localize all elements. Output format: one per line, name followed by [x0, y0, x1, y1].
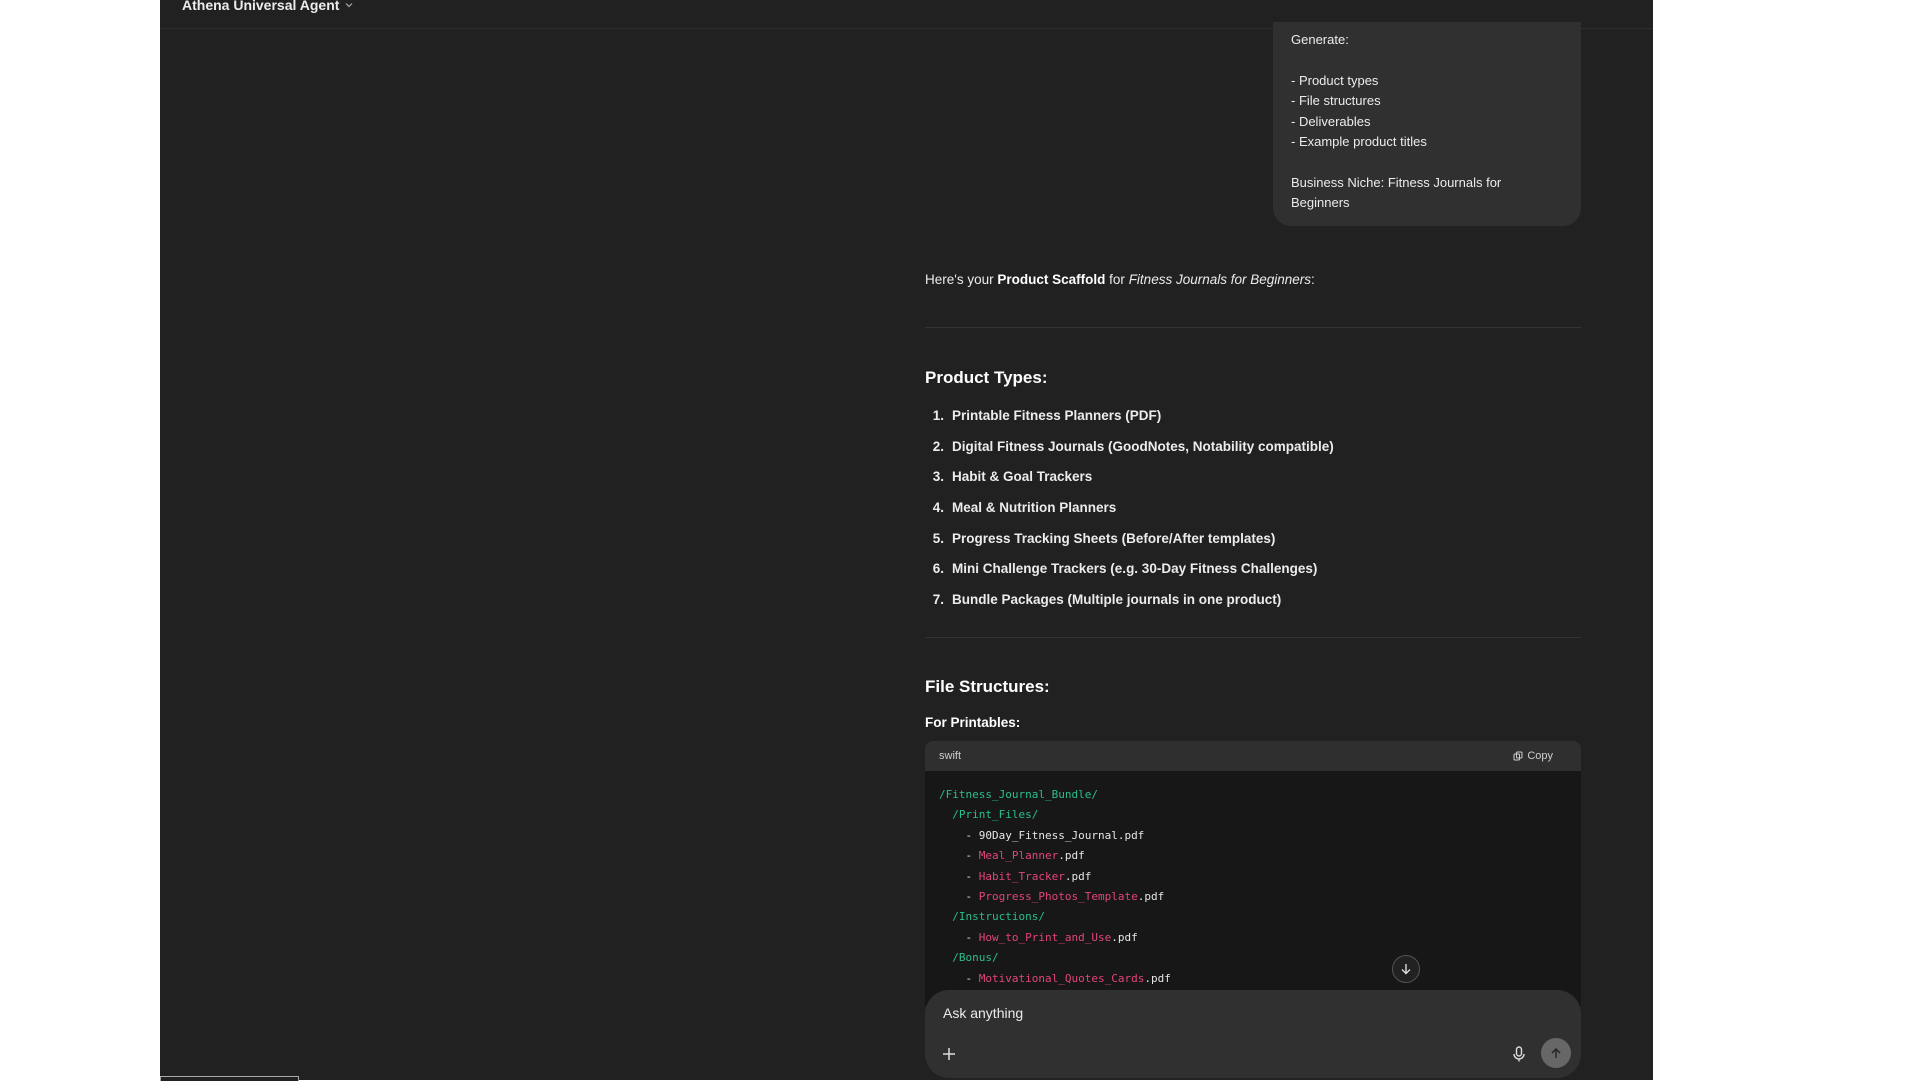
- code-line: - Habit_Tracker.pdf: [939, 867, 1567, 887]
- code-token: /Bonus/: [952, 951, 999, 965]
- code-block: swift Copy /Fitness_Journal_Bundle/ /Pri…: [925, 741, 1581, 1006]
- code-token: .pdf: [1144, 971, 1171, 985]
- list-text: Printable Fitness Planners (PDF): [952, 407, 1162, 423]
- code-line: /Instructions/: [939, 907, 1567, 927]
- message-composer: [925, 990, 1581, 1078]
- user-message-line: Generate:: [1291, 32, 1349, 47]
- model-selector-button[interactable]: Athena Universal Agent: [182, 0, 354, 13]
- list-number: 5.: [932, 530, 944, 546]
- user-message-line: - Example product titles: [1291, 134, 1427, 149]
- intro-italic-text: Fitness Journals for Beginners: [1128, 272, 1312, 287]
- file-structures-heading: File Structures:: [925, 677, 1050, 696]
- code-token: /Print_Files/: [952, 808, 1039, 822]
- code-token: .pdf: [1058, 849, 1085, 863]
- copy-label: Copy: [1527, 750, 1553, 762]
- user-message-line: - File structures: [1291, 93, 1381, 108]
- list-item: 7. Bundle Packages (Multiple journals in …: [925, 584, 1334, 615]
- list-item: 1. Printable Fitness Planners (PDF): [925, 400, 1334, 431]
- code-token: /Instructions/: [952, 910, 1045, 924]
- code-token: Motivational_Quotes_Cards: [978, 971, 1145, 985]
- code-line: - Motivational_Quotes_Cards.pdf: [939, 969, 1567, 989]
- assistant-intro: Here's your Product Scaffold for Fitness…: [925, 272, 1315, 287]
- copy-icon: [1513, 751, 1523, 761]
- user-message-bubble: Generate: - Product types - File structu…: [1273, 22, 1581, 226]
- code-line: - Progress_Photos_Template.pdf: [939, 887, 1567, 907]
- list-text: Digital Fitness Journals (GoodNotes, Not…: [952, 438, 1334, 454]
- code-token: .pdf: [1137, 890, 1165, 904]
- arrow-down-icon: [1401, 964, 1411, 975]
- send-button[interactable]: [1541, 1038, 1571, 1068]
- code-token: Habit_Tracker: [978, 869, 1065, 883]
- code-token: Progress_Photos_Template: [978, 890, 1138, 904]
- list-item: 2. Digital Fitness Journals (GoodNotes, N…: [925, 431, 1334, 462]
- chat-app-window: Athena Universal Agent Generate: - Produ…: [160, 0, 1653, 1080]
- code-token: /Fitness_Journal_Bundle/: [939, 788, 1098, 801]
- divider: [925, 327, 1581, 328]
- code-token: Meal_Planner: [978, 849, 1059, 863]
- list-number: 3.: [932, 469, 944, 485]
- list-text: Bundle Packages (Multiple journals in on…: [952, 591, 1282, 607]
- list-number: 1.: [932, 407, 944, 423]
- list-text: Progress Tracking Sheets (Before/After t…: [952, 530, 1276, 546]
- product-types-heading: Product Types:: [925, 368, 1048, 387]
- list-item: 3. Habit & Goal Trackers: [925, 461, 1334, 492]
- code-token: How_to_Print_and_Use: [978, 930, 1112, 944]
- list-number: 4.: [932, 499, 944, 515]
- code-token: -: [965, 930, 979, 944]
- user-message-line: - Product types: [1291, 72, 1379, 88]
- code-content: /Fitness_Journal_Bundle/ /Print_Files/ -…: [925, 771, 1581, 1003]
- code-block-header: swift Copy: [925, 741, 1581, 771]
- code-token: - 90Day_Fitness_Journal.pdf: [965, 828, 1145, 842]
- microphone-icon[interactable]: [1509, 1044, 1529, 1064]
- code-token: -: [965, 869, 979, 883]
- code-line: - How_to_Print_and_Use.pdf: [939, 928, 1567, 948]
- code-line: - 90Day_Fitness_Journal.pdf: [939, 826, 1567, 846]
- list-number: 7.: [932, 591, 944, 607]
- intro-text: :: [1311, 272, 1315, 287]
- model-name: Athena Universal Agent: [182, 0, 340, 13]
- taskbar-tab[interactable]: [160, 1076, 299, 1081]
- list-item: 5. Progress Tracking Sheets (Before/After…: [925, 523, 1334, 554]
- user-message-line: - Deliverables: [1291, 113, 1371, 129]
- arrow-up-icon: [1551, 1047, 1561, 1058]
- scroll-to-bottom-button[interactable]: [1392, 955, 1420, 983]
- chat-input[interactable]: [941, 1000, 1505, 1026]
- code-line: /Bonus/: [939, 948, 1567, 968]
- code-line: - Meal_Planner.pdf: [939, 846, 1567, 866]
- list-text: Habit & Goal Trackers: [952, 469, 1093, 485]
- intro-bold-text: Product Scaffold: [997, 272, 1106, 287]
- copy-code-button[interactable]: Copy: [1513, 750, 1553, 762]
- intro-text: for: [1109, 272, 1125, 287]
- code-language-label: swift: [939, 750, 961, 762]
- list-item: 6. Mini Challenge Trackers (e.g. 30-Day F…: [925, 553, 1334, 584]
- for-printables-label: For Printables:: [925, 715, 1021, 730]
- code-line: /Print_Files/: [939, 805, 1567, 825]
- code-token: .pdf: [1111, 930, 1138, 944]
- list-item: 4. Meal & Nutrition Planners: [925, 492, 1334, 523]
- code-token: .pdf: [1064, 869, 1092, 883]
- chevron-down-icon: [345, 3, 353, 8]
- code-token: -: [965, 849, 979, 863]
- code-line: /Fitness_Journal_Bundle/: [939, 785, 1567, 805]
- list-text: Mini Challenge Trackers (e.g. 30-Day Fit…: [952, 561, 1318, 577]
- list-number: 2.: [932, 438, 944, 454]
- product-types-list: 1. Printable Fitness Planners (PDF) 2. Dig…: [925, 400, 1334, 615]
- list-number: 6.: [932, 561, 944, 577]
- plus-icon[interactable]: [939, 1044, 959, 1064]
- intro-text: Here's your: [925, 272, 994, 287]
- code-token: -: [965, 890, 979, 904]
- divider: [925, 637, 1581, 638]
- user-message-line: Business Niche: Fitness Journals for Beg…: [1291, 174, 1502, 211]
- list-text: Meal & Nutrition Planners: [952, 499, 1117, 515]
- code-token: -: [965, 971, 979, 985]
